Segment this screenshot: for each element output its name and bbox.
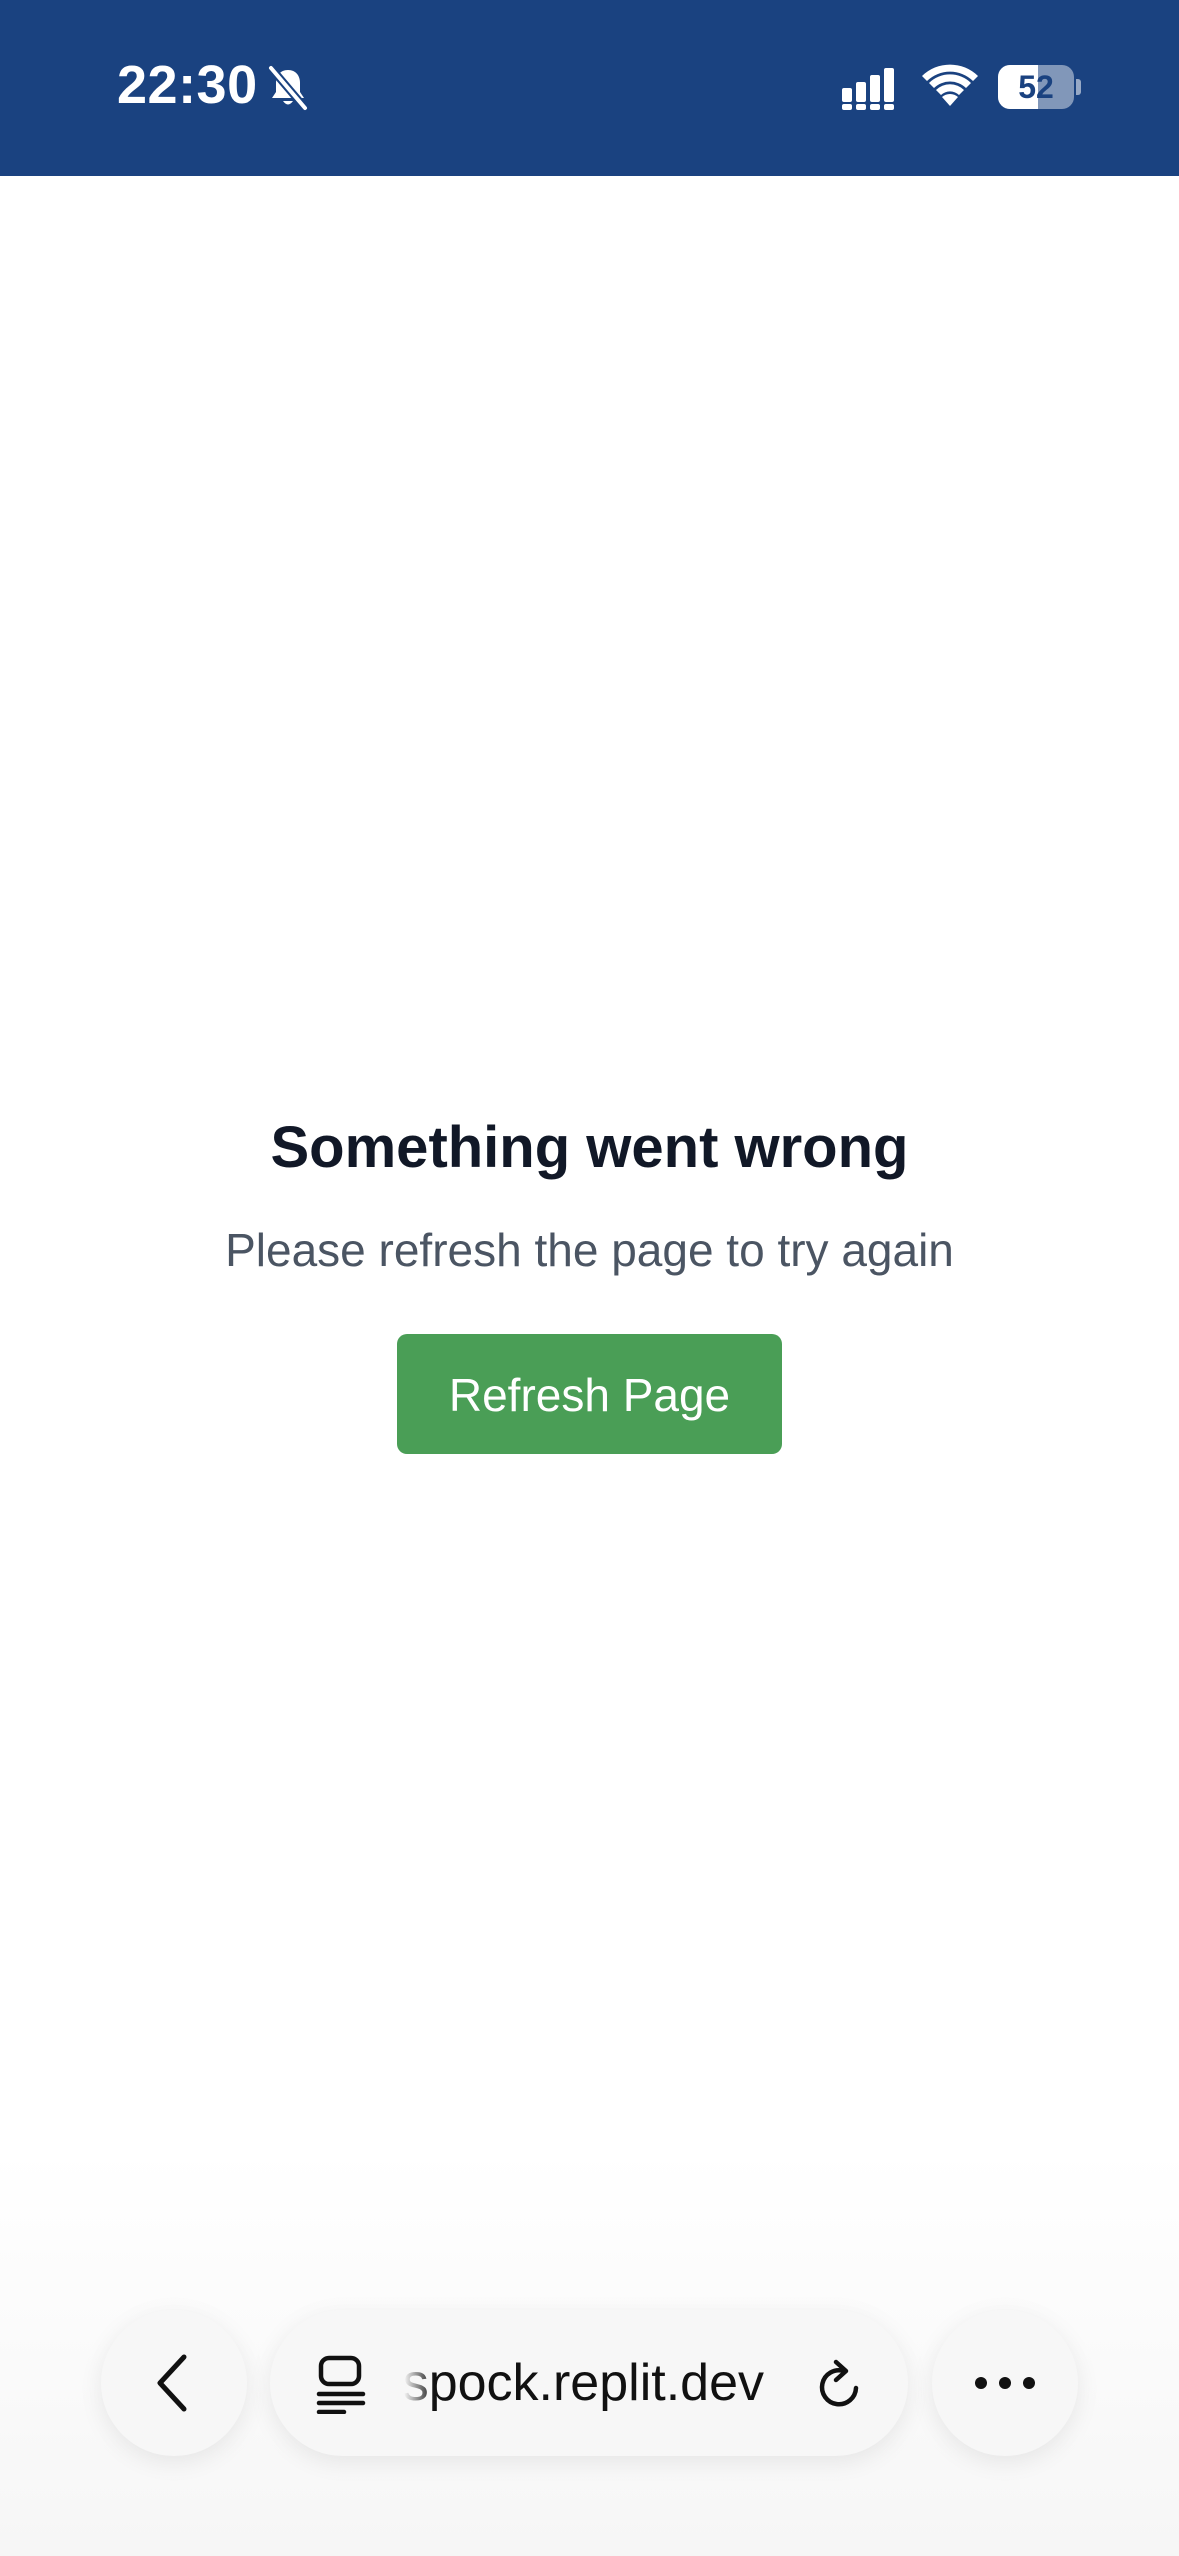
error-container: Something went wrong Please refresh the … bbox=[0, 1100, 1179, 1300]
tab-list-icon[interactable] bbox=[314, 2354, 370, 2414]
wifi-icon bbox=[922, 64, 978, 106]
refresh-page-button[interactable]: Refresh Page bbox=[397, 1334, 782, 1454]
more-button[interactable] bbox=[932, 2310, 1078, 2456]
back-chevron-icon bbox=[157, 2354, 187, 2412]
battery-level: 52 bbox=[1018, 69, 1054, 105]
url-value: spock.replit.dev bbox=[404, 2354, 764, 2412]
cellular-signal-icon bbox=[842, 68, 894, 110]
status-bar: 22:30 52 bbox=[0, 0, 1179, 176]
error-message: Please refresh the page to try again bbox=[225, 1224, 954, 1276]
url-text[interactable]: spock.replit.dev bbox=[404, 2310, 764, 2456]
error-title: Something went wrong bbox=[270, 1115, 909, 1180]
more-icon bbox=[975, 2377, 1035, 2389]
battery-icon: 52 bbox=[998, 65, 1082, 109]
reload-icon[interactable] bbox=[812, 2356, 868, 2414]
address-bar[interactable]: spock.replit.dev bbox=[270, 2310, 908, 2456]
back-button[interactable] bbox=[101, 2310, 247, 2456]
status-time: 22:30 bbox=[117, 55, 258, 115]
bell-slash-icon bbox=[267, 64, 309, 112]
